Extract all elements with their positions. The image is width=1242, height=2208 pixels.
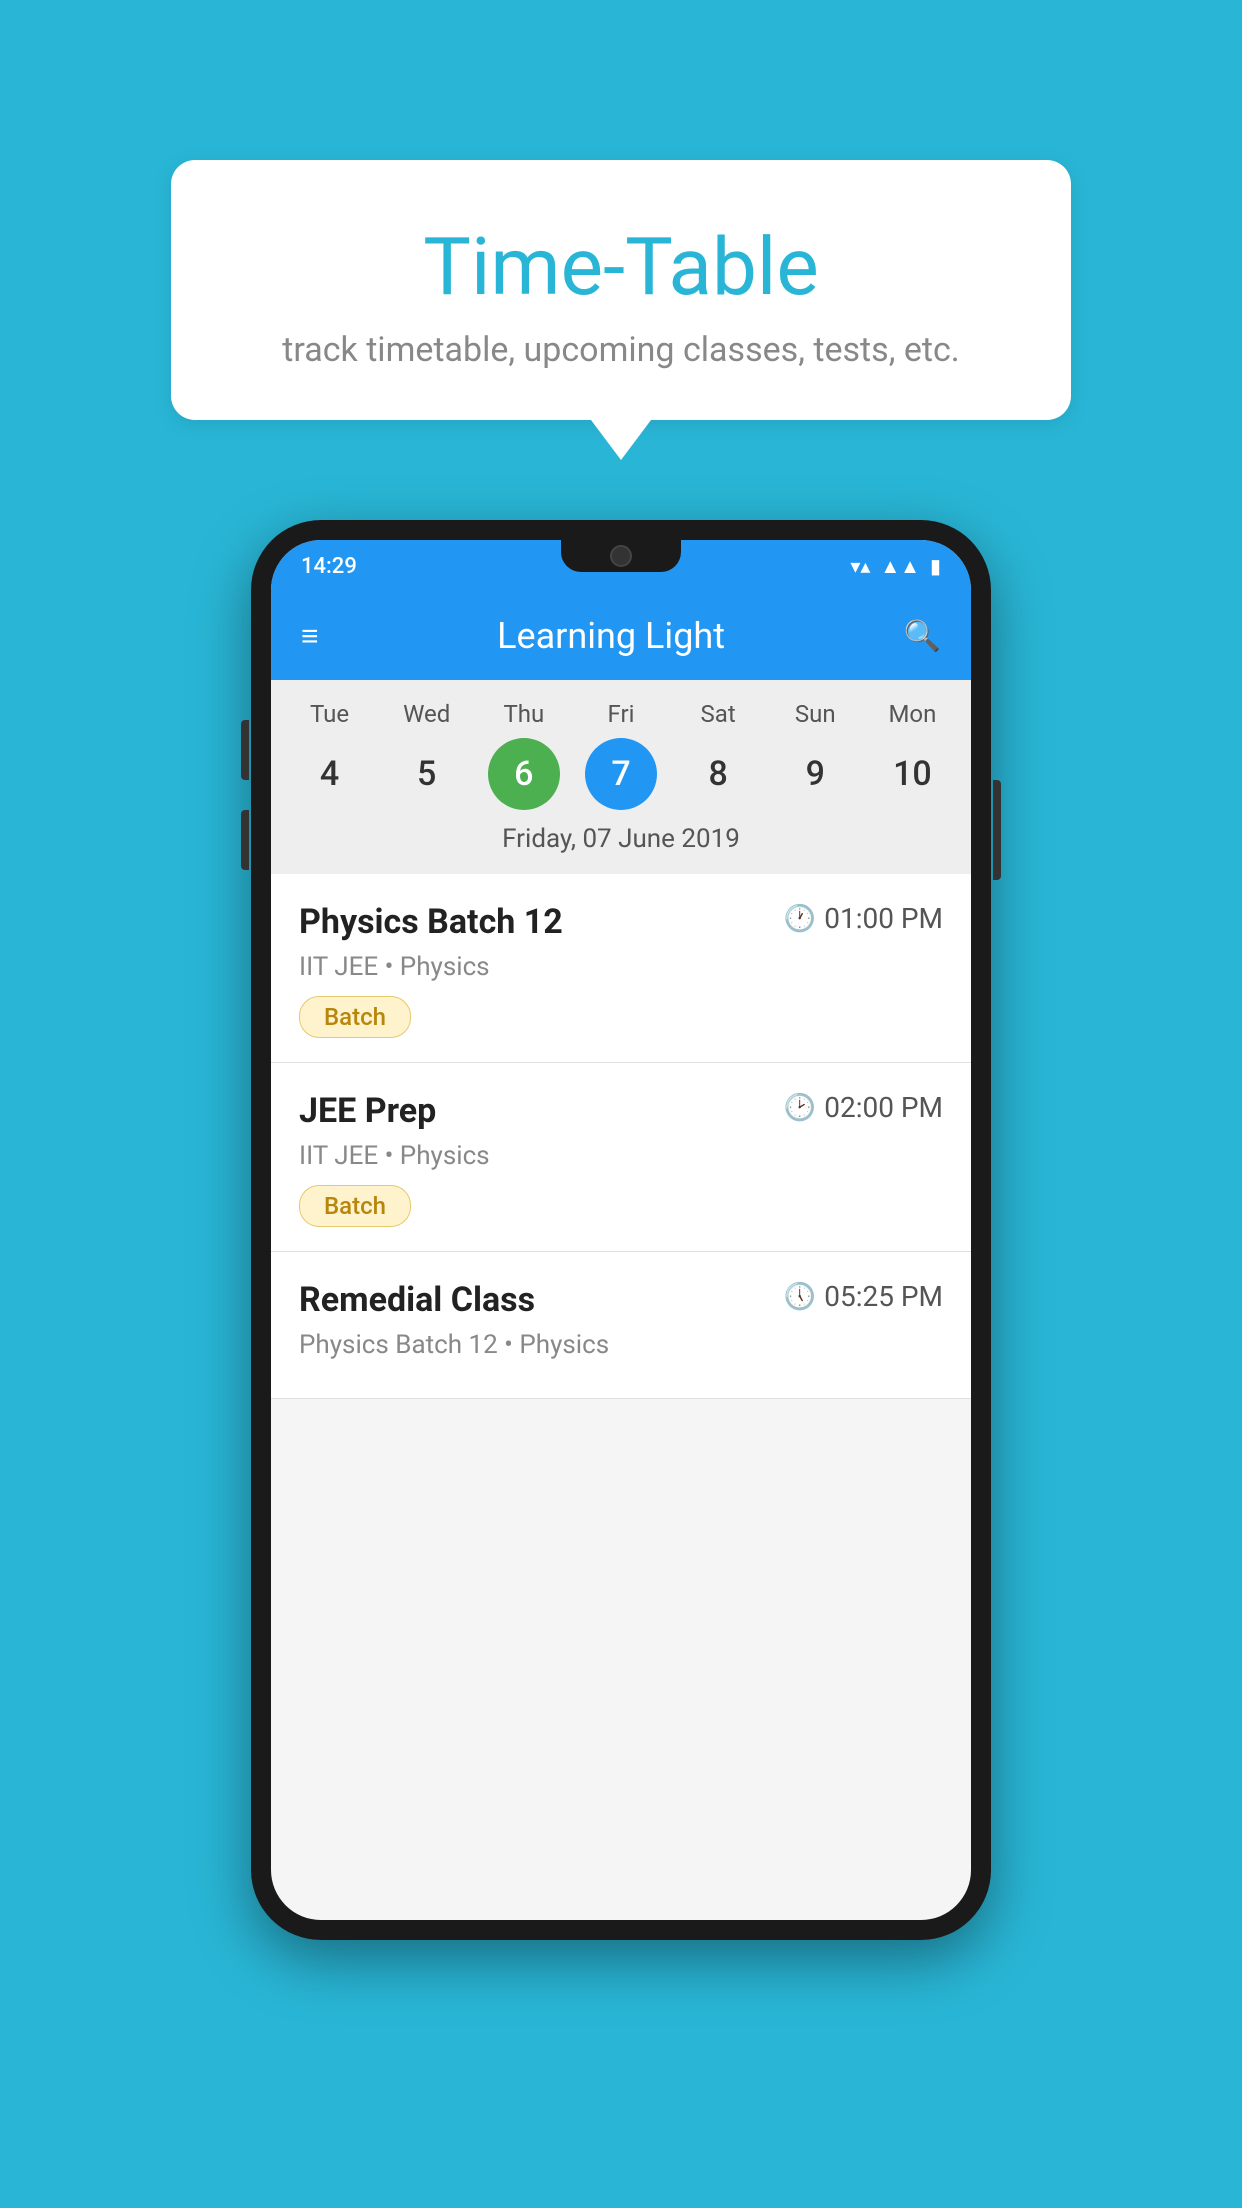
app-bar-title: Learning Light [497,615,725,657]
event-name-2: JEE Prep [299,1091,436,1131]
day-10[interactable]: 10 [876,738,948,810]
volume-up-button [241,720,249,780]
search-icon[interactable]: 🔍 [904,619,941,654]
day-name-thu: Thu [484,700,564,728]
speech-bubble-container: Time-Table track timetable, upcoming cla… [171,160,1071,460]
day-5[interactable]: 5 [391,738,463,810]
event-meta-2: IIT JEE • Physics [299,1141,943,1171]
volume-down-button [241,810,249,870]
signal-icon: ▲▲ [880,554,920,579]
event-name-3: Remedial Class [299,1280,535,1320]
event-name-1: Physics Batch 12 [299,902,563,942]
day-name-mon: Mon [872,700,952,728]
battery-icon: ▮ [930,554,941,578]
clock-icon-2: 🕑 [784,1093,816,1123]
power-button [993,780,1001,880]
front-camera [610,545,632,567]
day-6-today[interactable]: 6 [488,738,560,810]
events-list: Physics Batch 12 🕐 01:00 PM IIT JEE • Ph… [271,874,971,1399]
phone-screen: 14:29 ▾▴ ▲▲ ▮ ≡ Learning Light 🔍 Tue Wed… [271,540,971,1920]
event-header-3: Remedial Class 🕔 05:25 PM [299,1280,943,1320]
calendar-strip: Tue Wed Thu Fri Sat Sun Mon 4 5 6 7 8 9 … [271,680,971,874]
event-item-1[interactable]: Physics Batch 12 🕐 01:00 PM IIT JEE • Ph… [271,874,971,1063]
event-meta-3: Physics Batch 12 • Physics [299,1330,943,1360]
speech-bubble-tail [591,420,651,460]
event-time-1: 🕐 01:00 PM [784,902,943,935]
status-time: 14:29 [301,554,357,579]
day-name-fri: Fri [581,700,661,728]
event-meta-1: IIT JEE • Physics [299,952,943,982]
day-name-tue: Tue [290,700,370,728]
day-name-sat: Sat [678,700,758,728]
phone-notch [561,540,681,572]
event-item-3[interactable]: Remedial Class 🕔 05:25 PM Physics Batch … [271,1252,971,1399]
speech-bubble: Time-Table track timetable, upcoming cla… [171,160,1071,420]
menu-icon[interactable]: ≡ [301,619,319,654]
event-time-3: 🕔 05:25 PM [784,1280,943,1313]
day-4[interactable]: 4 [294,738,366,810]
selected-date-label: Friday, 07 June 2019 [281,824,961,864]
batch-tag-1: Batch [299,996,411,1038]
phone-wrapper: 14:29 ▾▴ ▲▲ ▮ ≡ Learning Light 🔍 Tue Wed… [251,520,991,1940]
wifi-icon: ▾▴ [850,554,870,578]
day-7-selected[interactable]: 7 [585,738,657,810]
day-name-wed: Wed [387,700,467,728]
day-9[interactable]: 9 [779,738,851,810]
clock-icon-1: 🕐 [784,904,816,934]
bubble-subtitle: track timetable, upcoming classes, tests… [221,330,1021,370]
days-header: Tue Wed Thu Fri Sat Sun Mon [281,700,961,728]
event-time-2: 🕑 02:00 PM [784,1091,943,1124]
event-header-1: Physics Batch 12 🕐 01:00 PM [299,902,943,942]
clock-icon-3: 🕔 [784,1282,816,1312]
day-8[interactable]: 8 [682,738,754,810]
event-item-2[interactable]: JEE Prep 🕑 02:00 PM IIT JEE • Physics Ba… [271,1063,971,1252]
day-name-sun: Sun [775,700,855,728]
status-icons: ▾▴ ▲▲ ▮ [850,554,941,579]
event-header-2: JEE Prep 🕑 02:00 PM [299,1091,943,1131]
days-numbers: 4 5 6 7 8 9 10 [281,738,961,810]
app-bar: ≡ Learning Light 🔍 [271,592,971,680]
batch-tag-2: Batch [299,1185,411,1227]
phone-frame: 14:29 ▾▴ ▲▲ ▮ ≡ Learning Light 🔍 Tue Wed… [251,520,991,1940]
bubble-title: Time-Table [221,220,1021,314]
